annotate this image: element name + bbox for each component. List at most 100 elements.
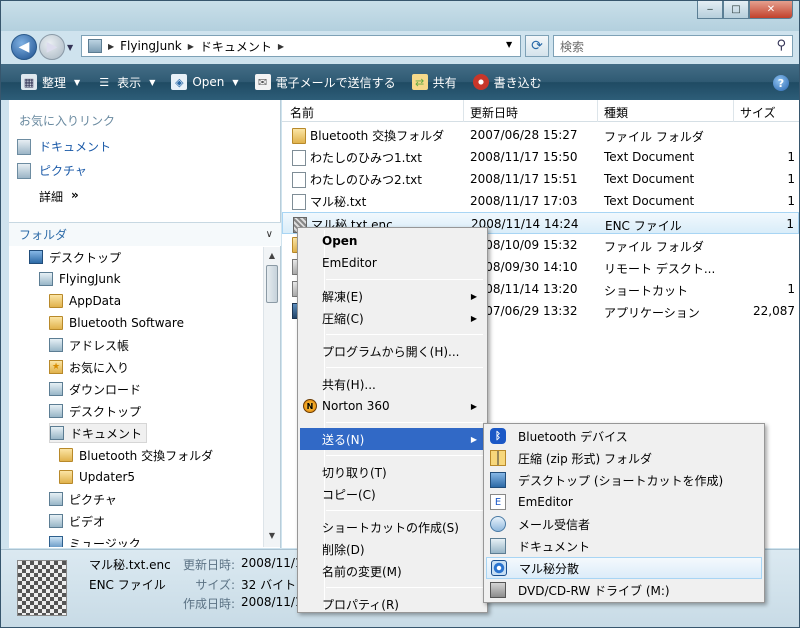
folder-tree-item[interactable]: デスクトップ	[49, 401, 141, 421]
pictures-icon	[17, 162, 31, 179]
context-menu-item[interactable]: 解凍(E) ▶	[300, 285, 485, 307]
context-menu-item[interactable]: 削除(D)	[300, 538, 485, 560]
send-to-item[interactable]: デスクトップ (ショートカットを作成)	[486, 469, 762, 491]
column-separator[interactable]	[463, 100, 464, 122]
menu-item-label: 切り取り(T)	[322, 465, 387, 480]
open-button[interactable]: ◈ Open ▼	[163, 69, 246, 95]
folder-tree-item[interactable]: ビデオ	[49, 511, 105, 531]
folder-tree-item[interactable]: ドキュメント	[49, 423, 148, 443]
context-menu-item[interactable]: Open	[300, 230, 485, 252]
folder-tree-item[interactable]: ★ お気に入り	[49, 357, 129, 377]
folder-tree-scrollbar[interactable]: ▲ ▼	[263, 247, 280, 547]
recent-pages-dropdown[interactable]: ▼	[67, 43, 73, 52]
status-modified-value: 2008/11/1	[241, 556, 303, 570]
column-separator[interactable]	[597, 100, 598, 122]
context-menu-item[interactable]: 共有(H)...	[300, 373, 485, 395]
minimize-button[interactable]: ‒	[697, 1, 723, 19]
views-button[interactable]: ☰ 表示 ▼	[88, 69, 163, 95]
burn-button[interactable]: 書き込む	[465, 69, 550, 95]
address-bar[interactable]: ▶ FlyingJunk ▶ ドキュメント ▶	[81, 35, 521, 57]
folder-tree-item[interactable]: アドレス帳	[49, 335, 129, 355]
navigation-pane: お気に入りリンク ドキュメント ピクチャ 詳細 » フォルダ ∨ デスクトップ F…	[9, 100, 281, 548]
maximize-button[interactable]: □	[723, 1, 749, 19]
context-menu-item[interactable]: N Norton 360 ▶	[300, 395, 485, 417]
breadcrumb-arrow-icon[interactable]: ▶	[108, 42, 114, 51]
menu-item-label: ショートカットの作成(S)	[322, 520, 459, 535]
context-menu-item[interactable]: 切り取り(T)	[300, 461, 485, 483]
menu-item-label: 送る(N)	[322, 432, 365, 447]
folder-tree-item[interactable]: Updater5	[59, 467, 135, 487]
send-to-label: デスクトップ (ショートカットを作成)	[518, 473, 724, 488]
file-row[interactable]: わたしのひみつ1.txt 2008/11/17 15:50 Text Documen…	[282, 146, 799, 168]
folder-tree-item[interactable]: FlyingJunk	[39, 269, 121, 289]
scroll-up-icon[interactable]: ▲	[266, 251, 278, 263]
folder-tree-item[interactable]: ダウンロード	[49, 379, 141, 399]
folder-tree-label: ドキュメント	[70, 426, 143, 441]
context-menu-item[interactable]: プログラムから開く(H)...	[300, 340, 485, 362]
column-separator[interactable]	[733, 100, 734, 122]
title-bar[interactable]: ‒ □ ✕	[1, 1, 799, 31]
address-dropdown-icon[interactable]: ▼	[506, 40, 512, 49]
email-button[interactable]: ✉ 電子メールで送信する	[247, 69, 404, 95]
send-to-item[interactable]: DVD/CD-RW ドライブ (M:)	[486, 579, 762, 601]
details-link[interactable]: 詳細 »	[39, 188, 79, 205]
folder-tree-label: FlyingJunk	[59, 272, 121, 286]
context-menu-item[interactable]: 圧縮(C) ▶	[300, 307, 485, 329]
scroll-thumb[interactable]	[266, 265, 278, 303]
send-to-item[interactable]: E EmEditor	[486, 491, 762, 513]
close-button[interactable]: ✕	[749, 1, 793, 19]
send-to-item[interactable]: メール受信者	[486, 513, 762, 535]
breadcrumb-flyingjunk[interactable]: FlyingJunk	[120, 39, 182, 53]
column-type[interactable]: 種類	[604, 104, 628, 121]
breadcrumb-arrow-icon[interactable]: ▶	[188, 42, 194, 51]
submenu-arrow-icon: ▶	[470, 313, 477, 323]
chevron-down-icon[interactable]: ∨	[266, 229, 273, 240]
send-to-item[interactable]: 圧縮 (zip 形式) フォルダ	[486, 447, 762, 469]
folders-header[interactable]: フォルダ ∨	[9, 222, 281, 246]
context-menu-item[interactable]: 名前の変更(M)	[300, 560, 485, 582]
file-row[interactable]: マル秘.txt 2008/11/17 17:03 Text Document 1	[282, 190, 799, 212]
folder-icon	[59, 448, 73, 462]
share-button[interactable]: ⇄ 共有	[404, 69, 465, 95]
search-icon[interactable]: ⚲	[776, 38, 786, 53]
context-menu-item[interactable]: プロパティ(R)	[300, 593, 485, 615]
folder-tree-label: Bluetooth 交換フォルダ	[79, 448, 214, 463]
search-input[interactable]: 検索 ⚲	[553, 35, 793, 57]
send-to-label: DVD/CD-RW ドライブ (M:)	[518, 583, 670, 598]
text-file-icon	[292, 171, 306, 188]
context-menu-item[interactable]: EmEditor	[300, 252, 485, 274]
breadcrumb-arrow-icon[interactable]: ▶	[278, 42, 284, 51]
file-row[interactable]: わたしのひみつ2.txt 2008/11/17 15:51 Text Documen…	[282, 168, 799, 190]
favorites-icon: ★	[49, 360, 63, 374]
send-to-item[interactable]: ᛒ Bluetooth デバイス	[486, 425, 762, 447]
breadcrumb-documents[interactable]: ドキュメント	[200, 38, 272, 55]
favorite-pictures[interactable]: ピクチャ	[17, 162, 87, 179]
help-icon[interactable]: ?	[773, 75, 789, 91]
refresh-button[interactable]: ⟳	[525, 35, 549, 57]
folder-tree-label: アドレス帳	[69, 338, 130, 353]
favorite-documents[interactable]: ドキュメント	[17, 138, 111, 155]
send-to-item[interactable]: ドキュメント	[486, 535, 762, 557]
context-menu-item[interactable]: 送る(N) ▶	[300, 428, 485, 450]
folder-tree-item[interactable]: Bluetooth 交換フォルダ	[59, 445, 213, 465]
folder-tree-item[interactable]: AppData	[49, 291, 121, 311]
scroll-down-icon[interactable]: ▼	[266, 531, 278, 543]
folder-tree-label: ダウンロード	[69, 382, 142, 397]
forward-button[interactable]: ▶	[39, 34, 65, 60]
folder-tree-item[interactable]: Bluetooth Software	[49, 313, 184, 333]
organize-button[interactable]: ▦ 整理 ▼	[13, 69, 88, 95]
back-button[interactable]: ◀	[11, 34, 37, 60]
context-menu-item[interactable]: コピー(C)	[300, 483, 485, 505]
column-name[interactable]: 名前	[290, 104, 314, 121]
file-row[interactable]: Bluetooth 交換フォルダ 2007/06/28 15:27 ファイル フォル…	[282, 124, 799, 146]
menu-separator	[326, 455, 483, 456]
send-to-item[interactable]: マル秘分散	[486, 557, 762, 579]
folder-tree-label: AppData	[69, 294, 122, 308]
folder-tree-item[interactable]: ピクチャ	[49, 489, 117, 509]
folder-tree-item[interactable]: ミュージック	[49, 533, 141, 547]
file-thumbnail	[17, 560, 67, 616]
context-menu-item[interactable]: ショートカットの作成(S)	[300, 516, 485, 538]
folder-tree-item[interactable]: デスクトップ	[29, 247, 121, 267]
column-date[interactable]: 更新日時	[470, 104, 518, 121]
column-size[interactable]: サイズ	[740, 104, 776, 121]
